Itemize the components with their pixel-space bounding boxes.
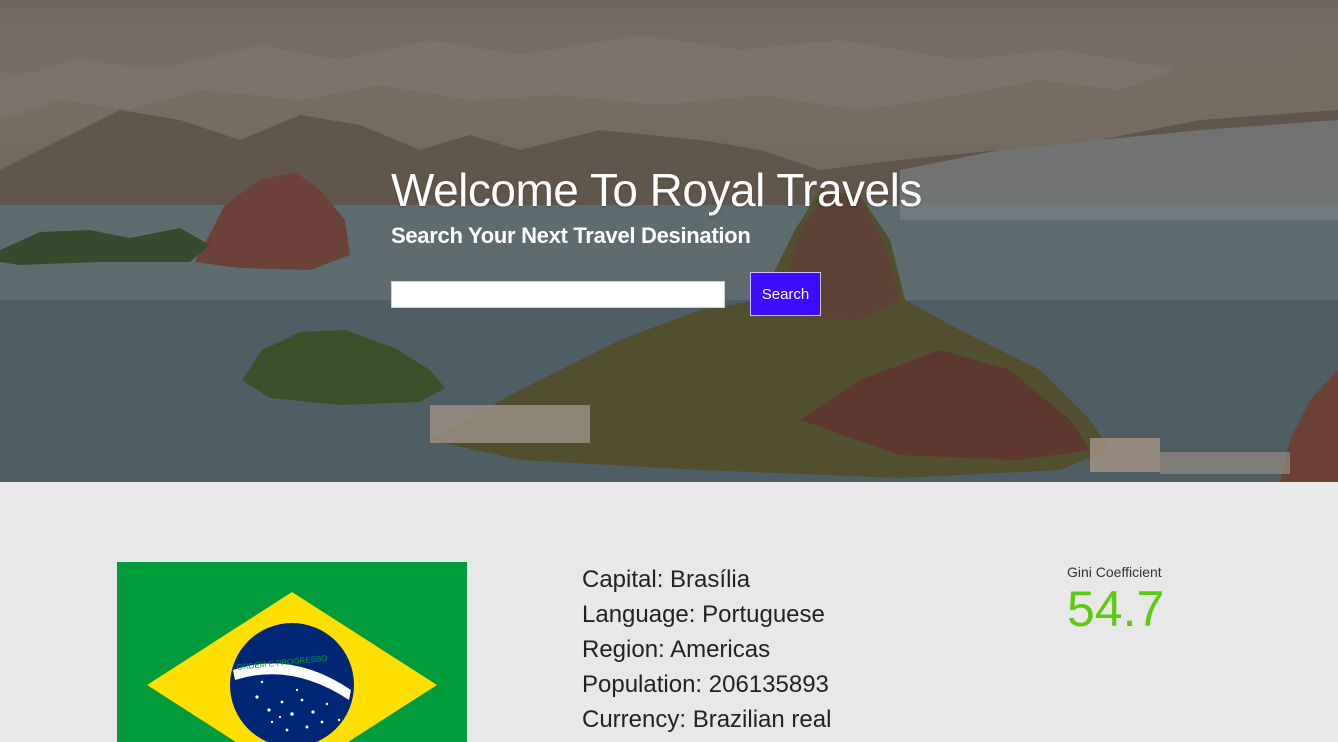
gini-value: 54.7: [1067, 581, 1165, 637]
region-value: Americas: [670, 636, 771, 663]
hero-title: Welcome To Royal Travels: [391, 164, 922, 216]
currency-line: Currency: Brazilian real: [582, 702, 831, 737]
hero-banner: Welcome To Royal Travels Search Your Nex…: [0, 0, 1338, 482]
capital-line: Capital: Brasília: [582, 562, 831, 597]
destination-search-input[interactable]: [391, 281, 725, 308]
population-line: Population: 206135893: [582, 667, 831, 702]
capital-value: Brasília: [670, 566, 751, 593]
country-info-list: Capital: Brasília Language: Portuguese R…: [582, 562, 831, 737]
language-value: Portuguese: [702, 601, 825, 628]
language-line: Language: Portuguese: [582, 597, 831, 632]
hero-heading-group: Welcome To Royal Travels Search Your Nex…: [391, 163, 922, 249]
country-details-section: ORDEM E PROGRESSO Capital: Brasília Lang…: [0, 482, 1338, 742]
gini-panel: Gini Coefficient 54.7: [1067, 564, 1164, 634]
capital-label: Capital:: [582, 566, 664, 593]
search-button[interactable]: Search: [750, 272, 821, 316]
population-value: 206135893: [708, 671, 829, 698]
hero-subtitle: Search Your Next Travel Desination: [391, 223, 751, 248]
language-label: Language:: [582, 601, 696, 628]
brazil-flag-icon: ORDEM E PROGRESSO: [117, 562, 467, 742]
population-label: Population:: [582, 671, 703, 698]
region-label: Region:: [582, 636, 665, 663]
currency-label: Currency:: [582, 706, 687, 733]
region-line: Region: Americas: [582, 632, 831, 667]
gini-label: Gini Coefficient: [1067, 564, 1162, 580]
currency-value: Brazilian real: [692, 706, 832, 733]
